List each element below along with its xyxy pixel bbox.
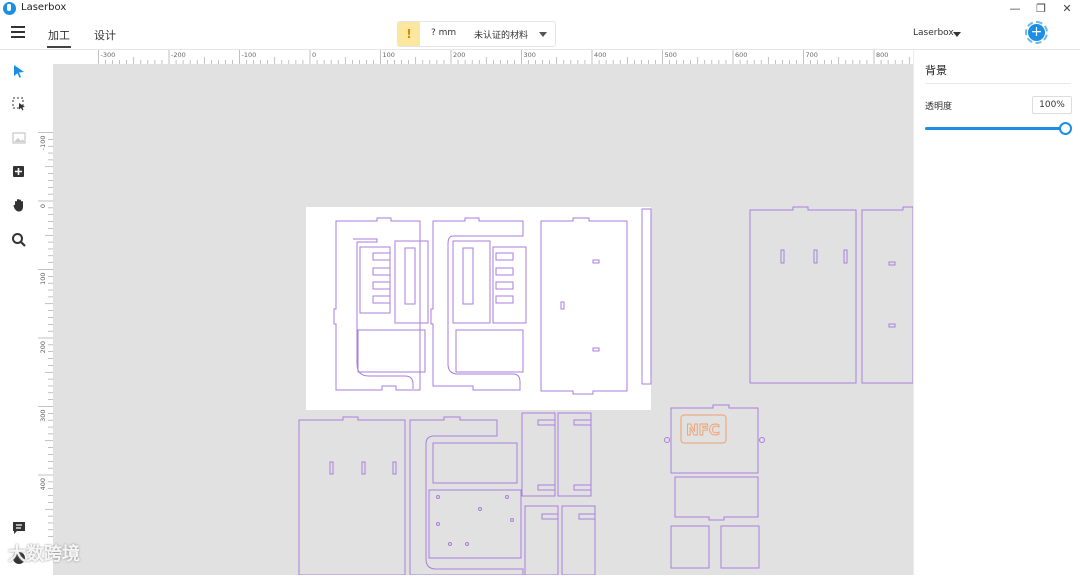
ruler-label: 100 xyxy=(39,273,47,285)
ruler-label: 400 xyxy=(39,478,47,490)
ruler-label: 100 xyxy=(383,51,395,59)
ruler-label: 300 xyxy=(524,51,536,59)
cut-part[interactable] xyxy=(524,505,559,575)
opacity-label: 透明度 xyxy=(925,102,953,112)
cut-part[interactable] xyxy=(521,412,556,497)
properties-panel: 背景 透明度 100% xyxy=(913,50,1080,575)
vertical-ruler: -100 0 100 200 300 400 xyxy=(38,64,54,575)
canvas-drawing[interactable]: NFC xyxy=(53,64,913,575)
cut-part[interactable] xyxy=(561,505,596,575)
warning-icon: ! xyxy=(398,22,420,46)
device-selector[interactable]: Laserbox xyxy=(913,28,954,38)
hand-pan-icon[interactable] xyxy=(11,197,27,213)
feedback-icon[interactable] xyxy=(11,520,27,536)
cut-part[interactable] xyxy=(670,525,710,569)
chevron-down-icon[interactable] xyxy=(539,32,547,37)
material-name: 未认证的材料 xyxy=(474,31,529,41)
ruler-label: 700 xyxy=(806,51,818,59)
divider xyxy=(925,83,1071,84)
cut-part[interactable] xyxy=(557,412,592,497)
cut-part[interactable] xyxy=(861,206,913,384)
opacity-input[interactable]: 100% xyxy=(1032,96,1072,114)
work-area-background xyxy=(306,207,651,410)
ruler-label: -100 xyxy=(39,136,47,151)
ruler-label: -300 xyxy=(101,51,116,59)
opacity-slider-handle[interactable] xyxy=(1059,122,1072,135)
ruler-label: 600 xyxy=(735,51,747,59)
image-icon[interactable] xyxy=(11,130,27,146)
watermark-text: 大数跨境 xyxy=(8,544,80,565)
select-pointer-icon[interactable] xyxy=(11,63,27,79)
restore-button[interactable]: ❐ xyxy=(1030,1,1052,17)
ruler-label: 0 xyxy=(39,204,47,208)
cut-part[interactable] xyxy=(749,206,857,384)
tab-process[interactable]: 加工 xyxy=(47,27,71,48)
ruler-label: 200 xyxy=(39,341,47,353)
design-canvas[interactable]: NFC xyxy=(53,64,913,575)
ruler-label: 0 xyxy=(312,51,316,59)
add-shape-icon[interactable] xyxy=(11,164,27,180)
panel-title: 背景 xyxy=(925,64,947,77)
ruler-label: 200 xyxy=(453,51,465,59)
opacity-slider-track[interactable] xyxy=(925,127,1065,130)
ruler-label: -100 xyxy=(242,51,257,59)
title-bar: Laserbox — ❐ ✕ xyxy=(0,0,1080,18)
minimize-button[interactable]: — xyxy=(1004,1,1026,17)
nfc-engrave-text[interactable]: NFC xyxy=(686,421,721,440)
material-selector[interactable]: ! ? mm 未认证的材料 xyxy=(397,21,556,47)
ruler-label: 800 xyxy=(876,51,888,59)
ruler-label: 500 xyxy=(665,51,677,59)
vertical-ruler-ticks: -100 0 100 200 300 400 xyxy=(38,132,53,537)
frame-select-icon[interactable] xyxy=(11,96,27,112)
zoom-icon[interactable] xyxy=(11,232,27,248)
hamburger-menu-icon[interactable] xyxy=(11,26,25,38)
horizontal-ruler-ticks: -300 -200 -100 0 100 200 300 400 500 600 700 800 xyxy=(98,50,938,64)
cut-part[interactable] xyxy=(409,416,524,575)
left-toolbar xyxy=(0,50,39,575)
cut-part[interactable] xyxy=(720,525,760,569)
ruler-label: 400 xyxy=(594,51,606,59)
tab-design[interactable]: 设计 xyxy=(94,27,116,43)
close-button[interactable]: ✕ xyxy=(1056,1,1078,17)
cut-part[interactable] xyxy=(674,476,759,521)
horizontal-ruler: -300 -200 -100 0 100 200 300 400 500 600 700 800 xyxy=(38,50,938,65)
ruler-label: 300 xyxy=(39,410,47,422)
chevron-down-icon[interactable] xyxy=(953,32,961,37)
app-title: Laserbox xyxy=(21,2,67,13)
app-logo-icon xyxy=(3,2,16,15)
cut-part[interactable] xyxy=(298,416,406,575)
thickness-value[interactable]: ? mm xyxy=(431,28,456,38)
top-toolbar: 加工 设计 ! ? mm 未认证的材料 Laserbox + xyxy=(0,18,1080,50)
ruler-label: -200 xyxy=(171,51,186,59)
add-device-button[interactable]: + xyxy=(1028,24,1045,41)
